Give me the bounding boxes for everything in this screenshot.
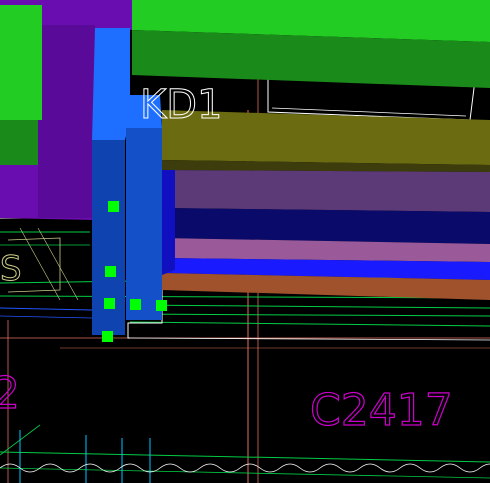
green-vertical-post[interactable] bbox=[0, 5, 42, 165]
cad-viewport[interactable]: KD1 C2417 2 S bbox=[0, 0, 490, 483]
left-edge-tag: 2 bbox=[0, 368, 20, 419]
layered-wall-bands[interactable] bbox=[162, 170, 490, 300]
grip-handle[interactable] bbox=[108, 201, 119, 212]
top-beam-tag: KD1 bbox=[140, 82, 222, 128]
grip-handle[interactable] bbox=[104, 298, 115, 309]
grip-handle[interactable] bbox=[130, 299, 141, 310]
green-top-beam[interactable] bbox=[132, 0, 490, 88]
grip-handle[interactable] bbox=[102, 331, 113, 342]
grip-handle[interactable] bbox=[105, 266, 116, 277]
break-line bbox=[0, 463, 490, 473]
model-space-canvas[interactable]: KD1 C2417 2 S bbox=[0, 0, 490, 483]
grip-handle[interactable] bbox=[156, 300, 167, 311]
column-tag: C2417 bbox=[310, 385, 453, 436]
left-partial-tag: S bbox=[0, 249, 22, 289]
